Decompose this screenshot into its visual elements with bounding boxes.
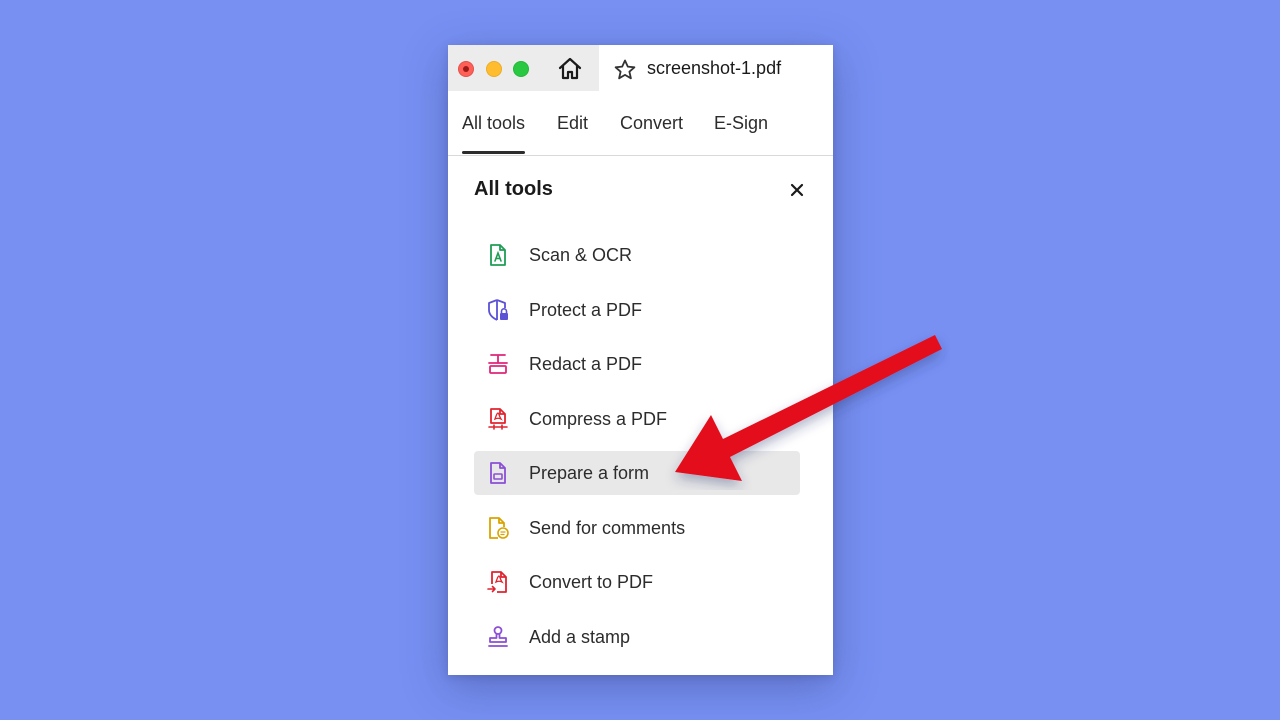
compress-pdf-icon <box>488 408 508 430</box>
close-panel-button[interactable] <box>786 179 808 201</box>
document-tab[interactable]: screenshot-1.pdf <box>599 45 833 91</box>
tool-label: Send for comments <box>529 518 686 538</box>
prepare-form-icon <box>490 462 506 484</box>
tab-all-tools[interactable]: All tools <box>462 113 526 154</box>
tool-prepare-form[interactable]: Prepare a form <box>474 451 800 495</box>
star-icon[interactable] <box>613 58 637 82</box>
tool-label: Add a stamp <box>529 627 631 647</box>
tool-label: Protect a PDF <box>529 300 643 320</box>
tool-compress-pdf[interactable]: Compress a PDF <box>474 397 800 441</box>
convert-pdf-icon <box>487 571 507 593</box>
tool-label: Compress a PDF <box>529 409 668 429</box>
home-icon <box>558 57 582 80</box>
tool-label: Convert to PDF <box>529 572 654 592</box>
tab-convert[interactable]: Convert <box>620 113 683 134</box>
minimize-window-button[interactable] <box>486 61 502 77</box>
tool-label: Scan & OCR <box>529 245 633 265</box>
document-tab-title: screenshot-1.pdf <box>647 58 782 78</box>
panel-title: All tools <box>474 178 553 200</box>
tool-redact-pdf[interactable]: Redact a PDF <box>474 342 800 386</box>
stamp-icon <box>488 626 508 647</box>
tab-e-sign[interactable]: E-Sign <box>714 113 768 134</box>
tool-protect-pdf[interactable]: Protect a PDF <box>474 288 800 332</box>
home-button[interactable] <box>556 55 584 83</box>
tool-label: Redact a PDF <box>529 354 643 374</box>
protect-shield-icon <box>488 299 508 321</box>
send-comments-icon <box>489 517 509 539</box>
app-window: screenshot-1.pdf All tools Edit Convert … <box>448 45 833 675</box>
scan-ocr-icon <box>490 244 506 266</box>
close-icon <box>790 183 804 197</box>
redact-icon <box>488 354 508 374</box>
tool-label: Prepare a form <box>529 463 650 483</box>
tool-scan-ocr[interactable]: Scan & OCR <box>474 233 800 277</box>
zoom-window-button[interactable] <box>513 61 529 77</box>
tool-convert-pdf[interactable]: Convert to PDF <box>474 560 800 604</box>
title-bar: screenshot-1.pdf <box>448 45 833 91</box>
top-nav: All tools Edit Convert E-Sign <box>448 91 833 156</box>
close-window-button[interactable] <box>458 61 474 77</box>
tab-edit[interactable]: Edit <box>557 113 588 134</box>
tool-send-comments[interactable]: Send for comments <box>474 506 800 550</box>
tool-add-stamp[interactable]: Add a stamp <box>474 615 800 659</box>
